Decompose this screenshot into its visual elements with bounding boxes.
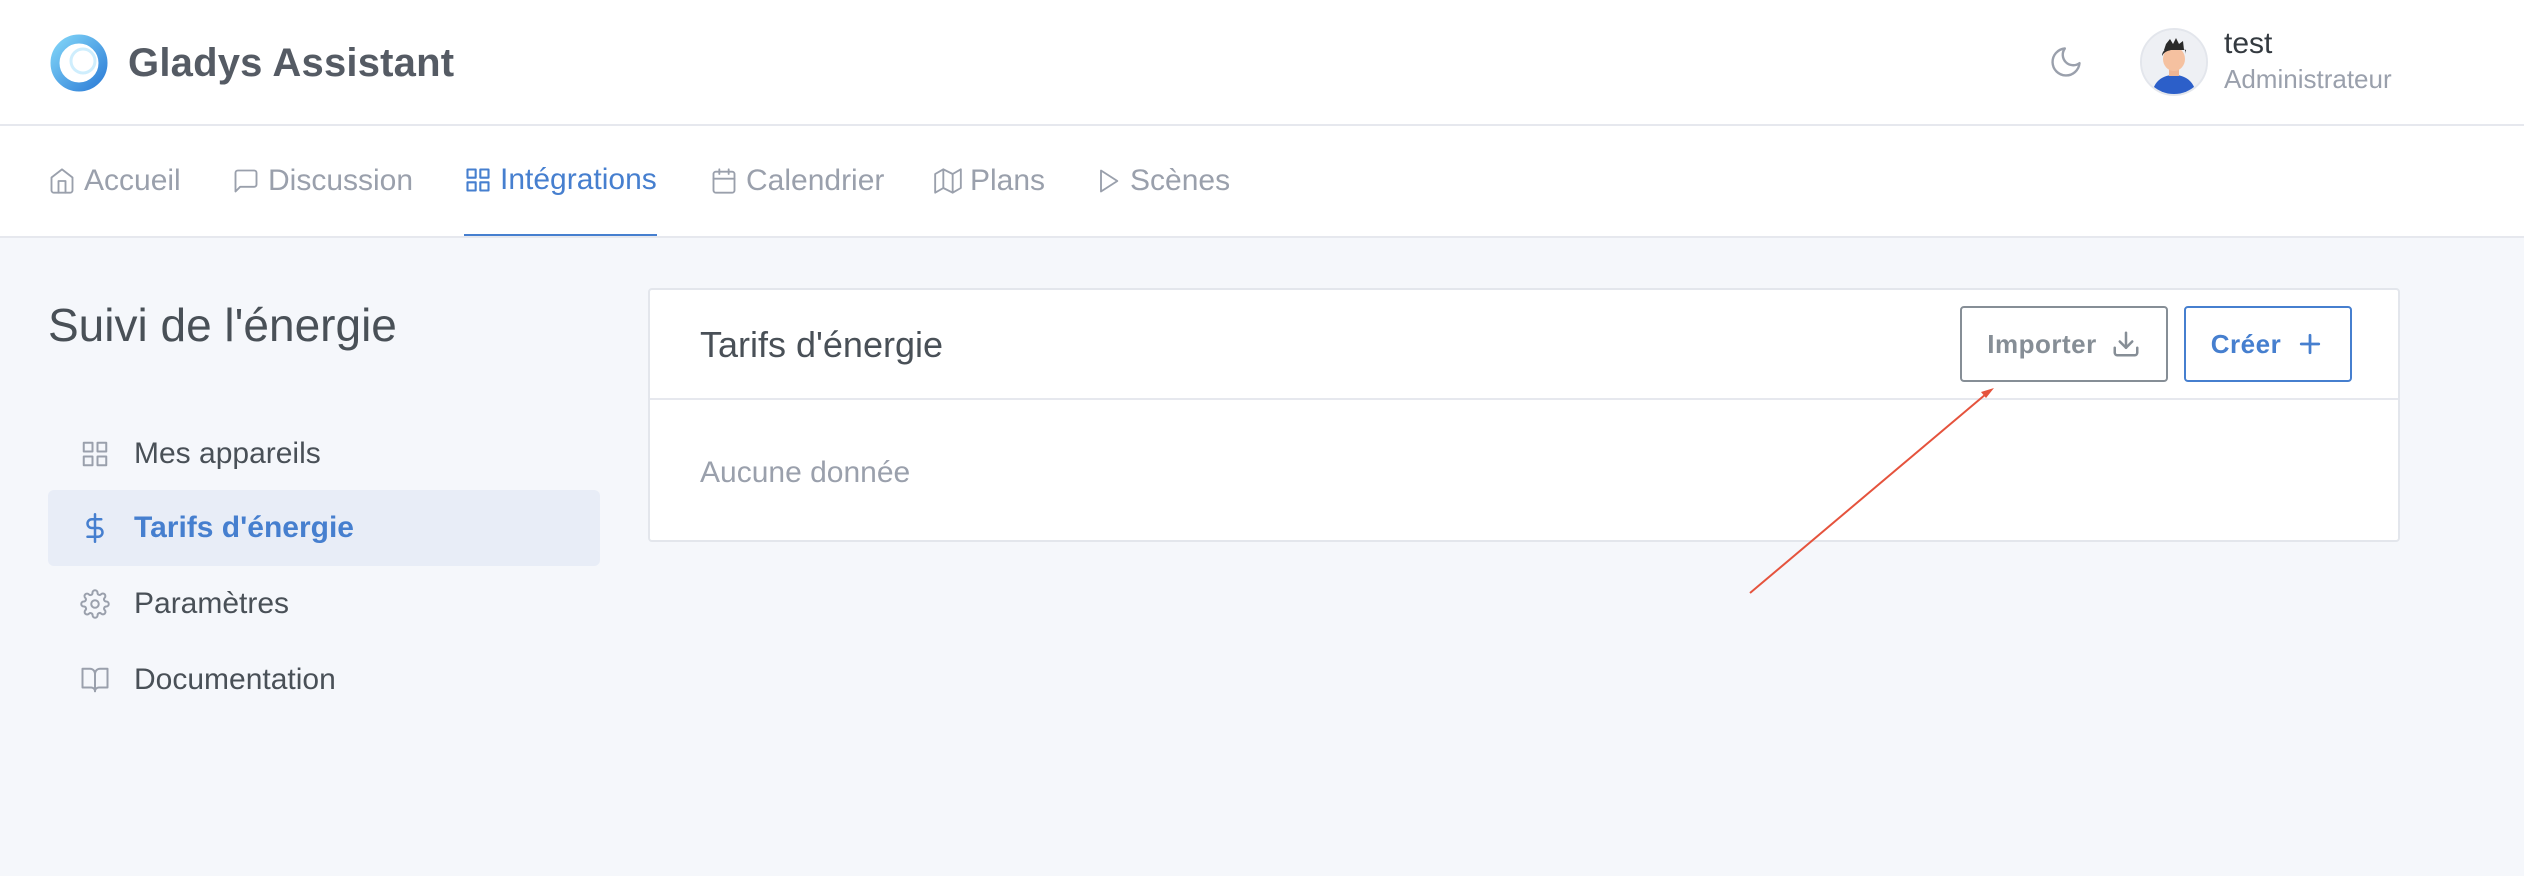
sidebar-item-documentation[interactable]: Documentation (48, 642, 600, 718)
sidebar-item-tarifs[interactable]: Tarifs d'énergie (48, 490, 600, 566)
home-icon (50, 168, 74, 194)
page-title: Suivi de l'énergie (48, 299, 397, 351)
card-header: Tarifs d'énergie Importer Créer (650, 290, 2398, 400)
user-menu[interactable]: test Administrateur (2140, 27, 2392, 96)
tab-accueil[interactable]: Accueil (48, 126, 181, 236)
plus-icon (2300, 333, 2321, 355)
tab-plans[interactable]: Plans (934, 126, 1045, 236)
user-role: Administrateur (2224, 64, 2392, 94)
moon-icon[interactable] (2048, 44, 2084, 80)
message-square-icon (234, 169, 258, 193)
calendar-icon (712, 168, 736, 194)
sidebar-item-label: Mes appareils (134, 437, 321, 470)
gear-icon (80, 589, 110, 619)
tab-scenes[interactable]: Scènes (1094, 126, 1230, 236)
grid-icon (82, 441, 108, 467)
avatar (2140, 28, 2208, 96)
card-title: Tarifs d'énergie (700, 324, 943, 365)
create-button-label: Créer (2210, 328, 2282, 359)
user-name: test (2224, 27, 2273, 60)
tab-label: Accueil (84, 164, 181, 197)
tab-discussion[interactable]: Discussion (232, 126, 413, 236)
brand[interactable]: Gladys Assistant (50, 34, 454, 92)
tab-calendrier[interactable]: Calendrier (710, 126, 884, 236)
tab-label: Calendrier (746, 164, 885, 197)
sidebar-item-parametres[interactable]: Paramètres (48, 566, 600, 642)
download-icon (2113, 331, 2139, 357)
gladys-logo-icon (50, 34, 108, 92)
create-button[interactable]: Créer (2184, 306, 2352, 382)
avatar-illustration-icon (2142, 30, 2206, 94)
sidebar-item-label: Paramètres (134, 587, 290, 620)
sidebar-item-label: Tarifs d'énergie (134, 511, 354, 544)
top-header: Gladys Assistant test Administrateur (0, 0, 2524, 126)
book-icon (81, 667, 109, 693)
play-icon (1100, 169, 1119, 193)
dollar-icon (86, 513, 104, 543)
grid-icon (466, 168, 490, 192)
tab-label: Scènes (1130, 164, 1231, 197)
empty-state-text: Aucune donnée (700, 456, 911, 489)
tab-label: Discussion (268, 164, 414, 197)
tab-label: Plans (970, 164, 1046, 197)
tab-integrations[interactable]: Intégrations (464, 126, 657, 236)
sidebar-item-mes-appareils[interactable]: Mes appareils (48, 416, 600, 492)
brand-name: Gladys Assistant (128, 40, 455, 85)
sidebar-item-label: Documentation (134, 663, 336, 696)
map-icon (934, 168, 962, 194)
import-button-label: Importer (1987, 328, 2097, 359)
energy-prices-card: Tarifs d'énergie Importer Créer Aucune d… (648, 288, 2400, 542)
main-nav: Accueil Discussion Intégrations Calendri… (0, 126, 2524, 238)
tab-label: Intégrations (500, 163, 657, 196)
import-button[interactable]: Importer (1960, 306, 2168, 382)
